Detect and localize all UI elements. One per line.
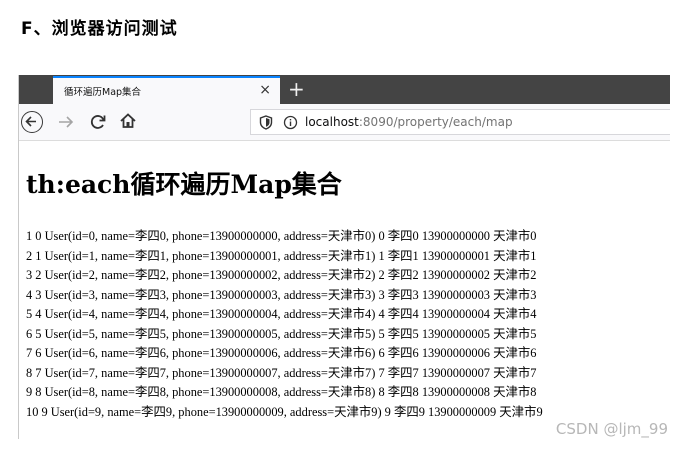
address-bar[interactable]: localhost:8090/property/each/map [250,109,670,135]
list-item: 9 8 User(id=8, name=李四8, phone=139000000… [26,385,537,399]
list-item: 2 1 User(id=1, name=李四1, phone=139000000… [26,248,537,263]
list-item: 6 5 User(id=5, name=李四5, phone=139000000… [26,326,537,341]
browser-window: 循环遍历Map集合 × + localhost:8090/property/ea… [18,75,670,439]
url-host: localhost [305,115,359,129]
list-item: 10 9 User(id=9, name=李四9, phone=13900000… [26,404,543,419]
new-tab-icon[interactable]: + [288,78,305,100]
watermark: CSDN @ljm_99 [555,420,668,438]
navigation-toolbar: localhost:8090/property/each/map [18,104,670,141]
page-content: th:each循环遍历Map集合 1 0 User(id=0, name=李四0… [18,141,670,439]
forward-arrow-icon [59,116,74,128]
tab-bar: 循环遍历Map集合 × + [18,75,670,104]
browser-tab[interactable]: 循环遍历Map集合 × [53,76,280,104]
shield-icon[interactable] [259,115,273,134]
tab-close-icon[interactable]: × [259,81,271,99]
divider [18,75,19,439]
info-icon[interactable] [283,115,298,134]
url-path: :8090/property/each/map [358,115,513,129]
forward-button[interactable] [56,112,76,136]
list-item: 5 4 User(id=4, name=李四4, phone=139000000… [26,307,537,321]
list-item: 3 2 User(id=2, name=李四2, phone=139000000… [26,268,537,282]
list-item: 4 3 User(id=3, name=李四3, phone=139000000… [26,287,537,302]
home-icon [120,113,136,128]
reload-button[interactable] [88,112,108,136]
list-item: 1 0 User(id=0, name=李四0, phone=139000000… [26,229,537,243]
back-button[interactable] [21,111,43,133]
page-title: th:each循环遍历Map集合 [26,170,342,199]
url-text: localhost:8090/property/each/map [305,115,513,129]
list-item: 7 6 User(id=6, name=李四6, phone=139000000… [26,346,537,360]
home-button[interactable] [118,111,138,135]
user-list: 1 0 User(id=0, name=李四0, phone=139000000… [26,227,543,422]
list-item: 8 7 User(id=7, name=李四7, phone=139000000… [26,365,537,380]
reload-icon [90,115,106,129]
tab-title: 循环遍历Map集合 [64,87,142,98]
back-arrow-icon [25,116,36,127]
document-heading: F、浏览器访问测试 [21,19,178,39]
